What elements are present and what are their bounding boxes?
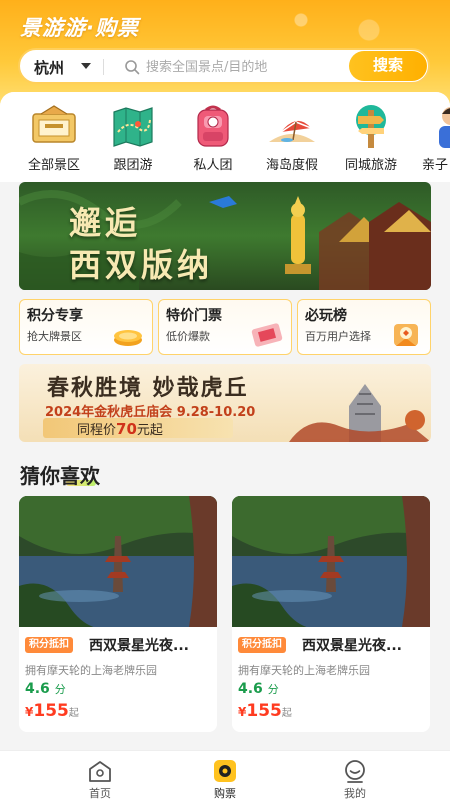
rating-value: 4.6 <box>238 681 263 697</box>
promo-title: 积分专享 <box>27 308 83 324</box>
category-island-vacation[interactable]: 海岛度假 <box>252 102 332 182</box>
city-selector[interactable]: 杭州 <box>34 57 64 78</box>
promo-must-play[interactable]: 必玩榜 百万用户选择 <box>297 299 431 355</box>
promo-title: 必玩榜 <box>305 308 347 324</box>
product-tag: 积分抵扣 <box>25 637 73 653</box>
category-label: 跟团游 <box>113 158 153 173</box>
category-family[interactable]: 亲子 <box>410 102 450 182</box>
product-name: 西双景星光夜... <box>302 638 402 654</box>
product-tag: 积分抵扣 <box>238 637 286 653</box>
product-card[interactable]: 积分抵扣 西双景星光夜... 拥有摩天轮的上海老牌乐园 4.6 分 ¥155起 <box>19 496 217 732</box>
product-card[interactable]: 积分抵扣 西双景星光夜... 拥有摩天轮的上海老牌乐园 4.6 分 ¥155起 <box>232 496 430 732</box>
search-input[interactable] <box>146 56 346 78</box>
coins-icon <box>114 330 142 346</box>
product-image <box>19 496 217 627</box>
chevron-down-icon[interactable] <box>81 63 91 69</box>
category-private-tour[interactable]: 私人团 <box>173 102 253 182</box>
backpack-icon <box>197 105 229 147</box>
category-label: 亲子 <box>422 158 449 173</box>
ticket-icon <box>214 760 236 782</box>
product-price: ¥155起 <box>238 701 292 721</box>
category-group-tour[interactable]: 跟团游 <box>93 102 173 182</box>
price-value: 155 <box>33 701 69 721</box>
family-icon <box>439 107 450 148</box>
promo-title: 特价门票 <box>166 308 222 324</box>
product-rating: 4.6 分 <box>25 681 66 697</box>
profile-icon <box>345 760 365 783</box>
category-local-tour[interactable]: 同城旅游 <box>331 102 411 182</box>
tab-label: 购票 <box>214 787 236 800</box>
product-image <box>232 496 430 627</box>
signpost-icon <box>356 105 386 148</box>
rating-unit: 分 <box>267 683 279 696</box>
ranking-badge-icon <box>394 324 418 346</box>
product-price: ¥155起 <box>25 701 79 721</box>
tab-label: 首页 <box>89 787 111 800</box>
category-all-scenic[interactable]: 全部景区 <box>14 102 94 182</box>
section-title-recommend: 猜你喜欢 <box>20 464 100 488</box>
product-description: 拥有摩天轮的上海老牌乐园 <box>238 664 370 677</box>
app-title: 景游游·购票 <box>20 16 139 40</box>
festival-title: 春秋胜境 妙哉虎丘 <box>47 375 249 401</box>
tab-home[interactable]: 首页 <box>40 751 160 800</box>
tab-tickets[interactable]: 购票 <box>165 751 285 800</box>
price-value: 155 <box>246 701 282 721</box>
tab-profile[interactable]: 我的 <box>295 751 415 800</box>
ticket-icon <box>32 105 76 143</box>
festival-price: 同程价70元起 <box>77 419 163 438</box>
promo-subtitle: 抢大牌景区 <box>27 330 82 343</box>
product-description: 拥有摩天轮的上海老牌乐园 <box>25 664 157 677</box>
banner-title-line1: 邂逅 <box>69 204 142 242</box>
tab-label: 我的 <box>344 787 366 800</box>
promo-banner-xishuangbanna[interactable]: 邂逅 西双版纳 <box>19 182 431 290</box>
category-label: 全部景区 <box>27 158 80 173</box>
promo-banner-huqiu-festival[interactable]: 春秋胜境 妙哉虎丘 2024年金秋虎丘庙会 9.28-10.20 同程价70元起 <box>19 364 431 442</box>
product-rating: 4.6 分 <box>238 681 279 697</box>
festival-price-prefix: 同程价 <box>77 423 117 438</box>
price-suffix: 起 <box>281 708 292 719</box>
category-bar: 全部景区 跟团游 私人团 海岛度假 同城旅游 亲子 <box>0 102 450 182</box>
search-button[interactable]: 搜索 <box>349 51 427 81</box>
ticket-icon <box>251 323 283 347</box>
divider <box>103 59 104 75</box>
price-suffix: 起 <box>68 708 79 719</box>
search-bar: 杭州 搜索 <box>18 48 430 84</box>
banner-title-line2: 西双版纳 <box>69 246 214 284</box>
promo-points-exclusive[interactable]: 积分专享 抢大牌景区 <box>19 299 153 355</box>
map-icon <box>113 107 153 147</box>
rating-value: 4.6 <box>25 681 50 697</box>
promo-special-tickets[interactable]: 特价门票 低价爆款 <box>158 299 292 355</box>
bottom-nav: 首页 购票 我的 <box>0 750 450 800</box>
rating-unit: 分 <box>54 683 66 696</box>
category-label: 同城旅游 <box>344 158 397 173</box>
festival-price-suffix: 元起 <box>136 423 163 438</box>
festival-price-value: 70 <box>116 420 137 438</box>
promo-subtitle: 百万用户选择 <box>305 330 371 343</box>
product-name: 西双景星光夜... <box>89 638 189 654</box>
island-icon <box>269 120 315 142</box>
promo-subtitle: 低价爆款 <box>166 330 210 343</box>
home-icon <box>89 761 111 782</box>
main-content: 全部景区 跟团游 私人团 海岛度假 同城旅游 亲子 邂逅 西双版纳 积分专享 抢… <box>0 92 450 750</box>
category-label: 海岛度假 <box>265 158 318 173</box>
search-icon <box>125 60 140 75</box>
category-label: 私人团 <box>193 158 233 173</box>
